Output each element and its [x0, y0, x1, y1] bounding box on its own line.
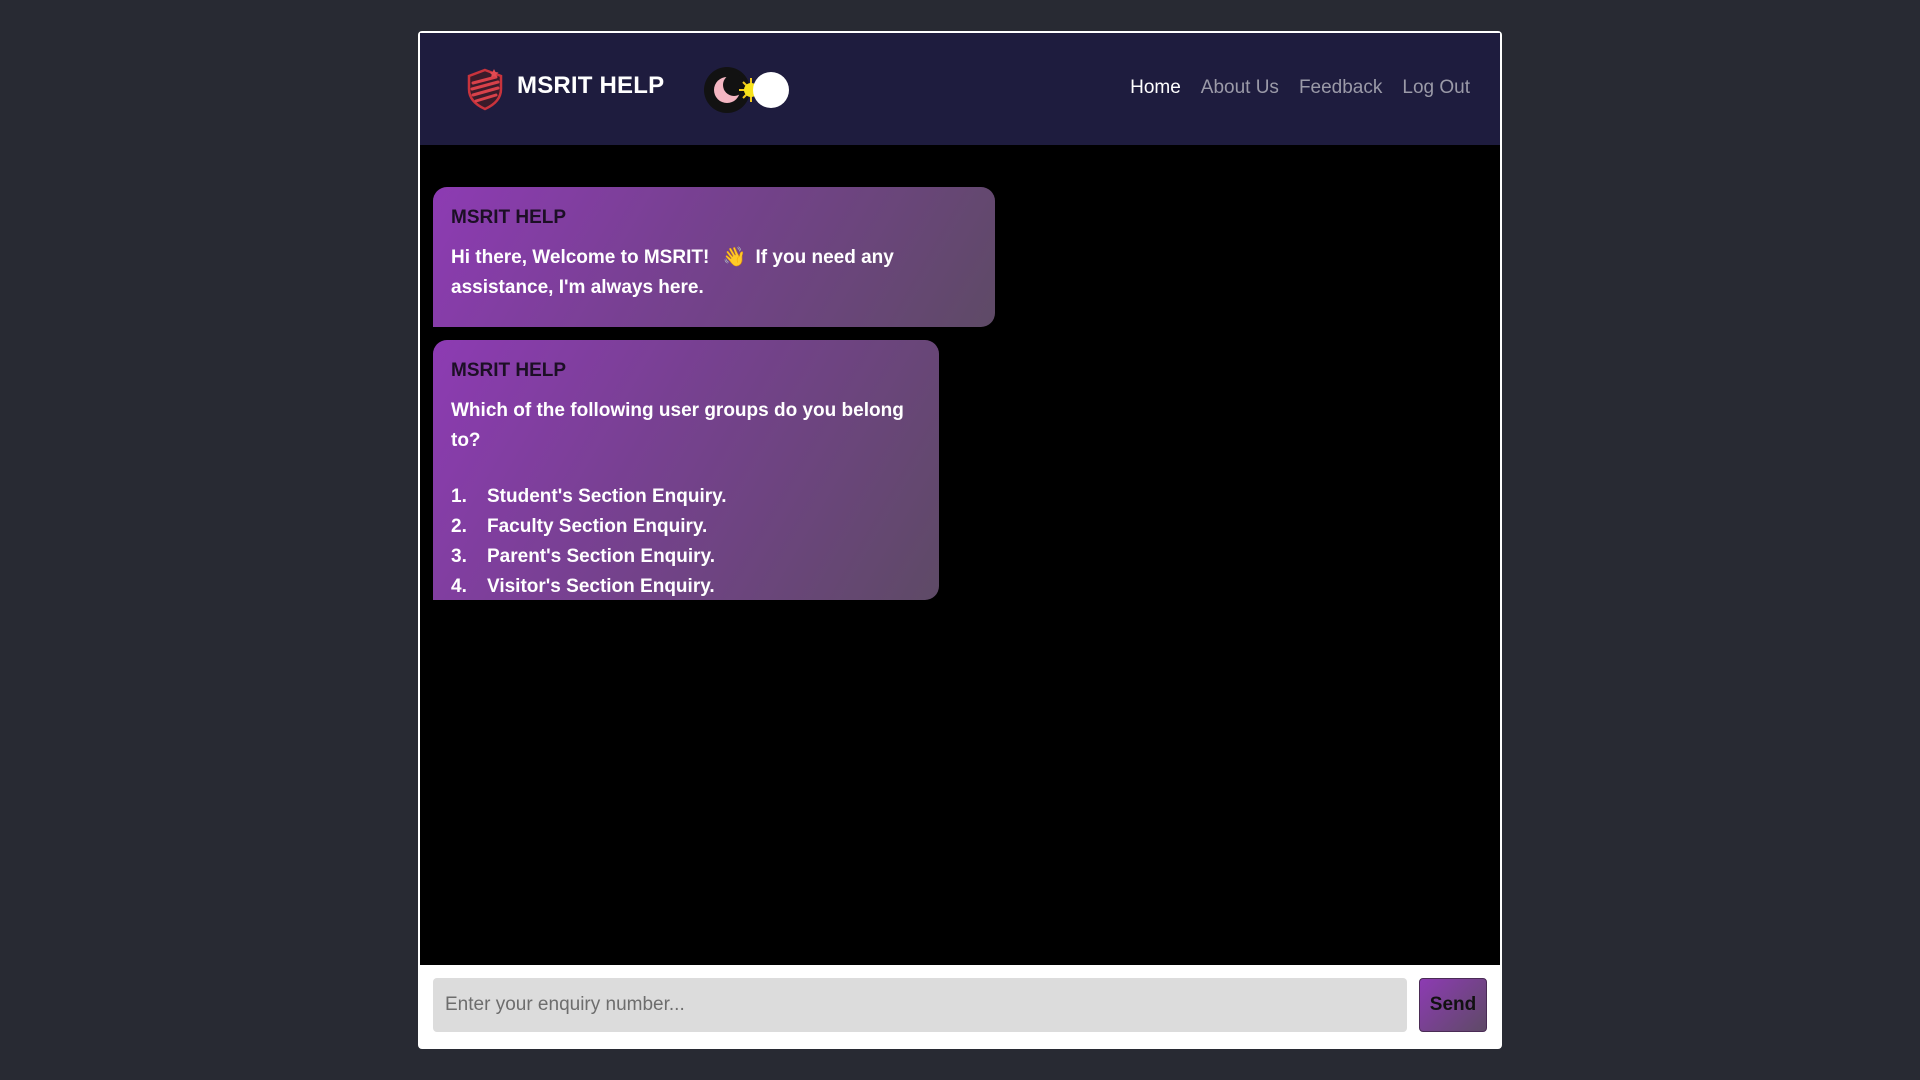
message-sender: MSRIT HELP: [451, 360, 567, 381]
message-input-bar: Send: [420, 965, 1500, 1047]
option-number: 4.: [451, 576, 467, 597]
chat-area[interactable]: MSRIT HELP Hi there, Welcome to MSRIT! 👋…: [420, 145, 1500, 965]
message-text-part: Hi there, Welcome to MSRIT!: [451, 247, 710, 268]
option-number: 3.: [451, 546, 467, 567]
nav-about-us[interactable]: About Us: [1201, 77, 1279, 99]
message-sender: MSRIT HELP: [451, 207, 567, 228]
enquiry-input[interactable]: [433, 978, 1407, 1032]
main-nav: Home About Us Feedback Log Out: [1130, 77, 1470, 99]
option-label: Faculty Section Enquiry.: [487, 516, 708, 537]
nav-log-out[interactable]: Log Out: [1402, 77, 1470, 99]
theme-toggle-graphic: [704, 67, 789, 113]
list-item: 2. Faculty Section Enquiry.: [451, 512, 921, 542]
option-label: Parent's Section Enquiry.: [487, 546, 715, 567]
option-label: Visitor's Section Enquiry.: [487, 576, 715, 597]
waving-hand-icon: 👋: [722, 247, 747, 268]
shield-logo-icon: [467, 68, 503, 111]
message-text: Hi there, Welcome to MSRIT! 👋 If you nee…: [451, 243, 977, 303]
theme-toggle[interactable]: [703, 67, 795, 113]
nav-home[interactable]: Home: [1130, 77, 1181, 99]
option-number: 2.: [451, 516, 467, 537]
chat-app-window: MSRIT HELP Home About Us Feedback Log Ou…: [418, 31, 1502, 1049]
app-title: MSRIT HELP: [517, 72, 665, 99]
option-number: 1.: [451, 486, 467, 507]
list-item: 1. Student's Section Enquiry.: [451, 482, 921, 512]
bot-message: MSRIT HELP Which of the following user g…: [433, 340, 939, 600]
send-button[interactable]: Send: [1419, 978, 1487, 1032]
nav-feedback[interactable]: Feedback: [1299, 77, 1382, 99]
bot-message: MSRIT HELP Hi there, Welcome to MSRIT! 👋…: [433, 187, 995, 327]
navbar: MSRIT HELP Home About Us Feedback Log Ou…: [420, 33, 1500, 145]
option-label: Student's Section Enquiry.: [487, 486, 727, 507]
list-item: 3. Parent's Section Enquiry.: [451, 542, 921, 572]
user-group-options: 1. Student's Section Enquiry. 2. Faculty…: [451, 482, 921, 602]
list-item: 4. Visitor's Section Enquiry.: [451, 572, 921, 602]
message-text: Which of the following user groups do yo…: [451, 400, 904, 451]
